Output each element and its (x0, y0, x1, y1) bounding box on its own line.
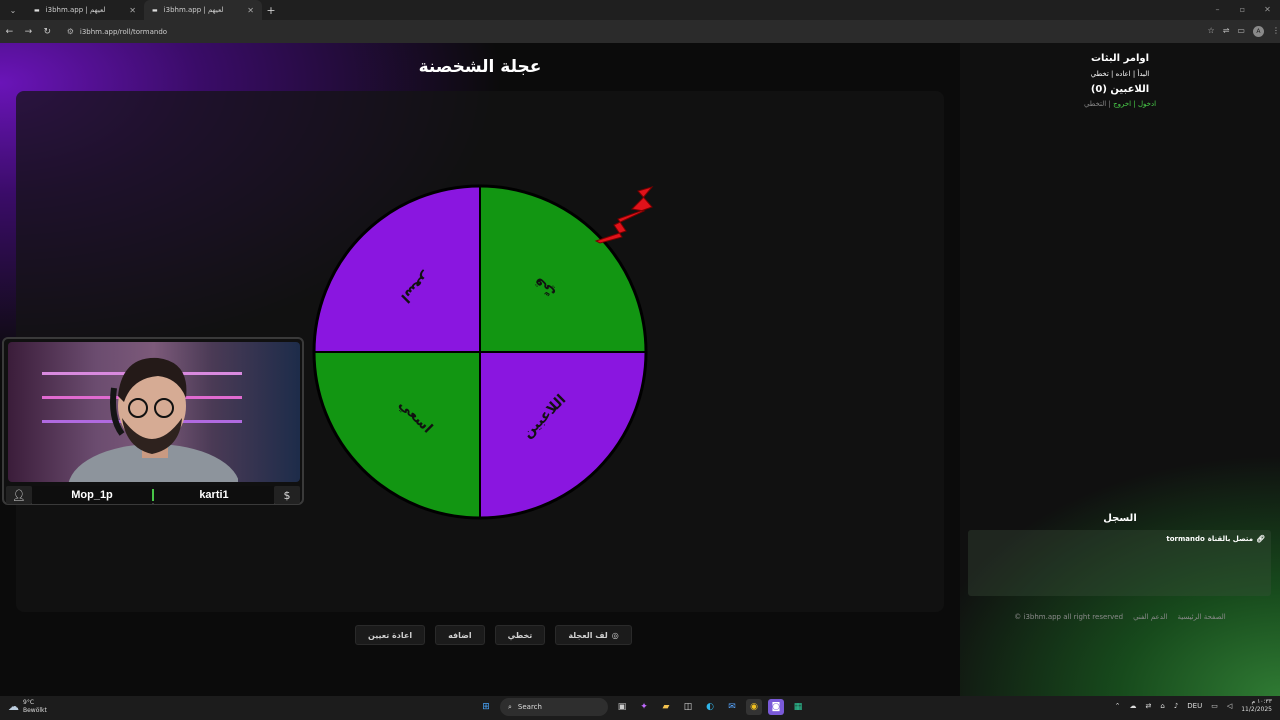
search-label: Search (517, 703, 542, 711)
close-tab-icon[interactable]: ✕ (247, 6, 254, 15)
skip-command[interactable]: التخطي (1084, 100, 1106, 108)
right-sidebar: اوامر البثات البدأ | اعاده | تخطي اللاعب… (960, 43, 1280, 696)
webcam-video (8, 342, 300, 482)
wheel-pointer (594, 186, 654, 244)
menu-icon[interactable]: ⋮ (1272, 26, 1280, 37)
site-info-icon[interactable]: ⚙ (67, 27, 74, 36)
display-icon[interactable]: ▭ (1211, 702, 1218, 710)
task-view-icon[interactable]: ▣ (614, 699, 630, 715)
browser-tab[interactable]: ▬ i3bhm.app | لعيهم ✕ (26, 0, 144, 20)
file-explorer-icon[interactable]: ▰ (658, 699, 674, 715)
join-command[interactable]: ادخول (1138, 100, 1156, 108)
copilot-icon[interactable]: ✦ (636, 699, 652, 715)
taskbar-search[interactable]: ⌕ Search (500, 698, 608, 716)
action-buttons: ◎ لف العجلة تخطي اضافه اعادة تعيين (355, 625, 632, 645)
chrome-icon[interactable]: ◉ (746, 699, 762, 715)
clock-date: 11/2/2025 (1241, 706, 1272, 713)
favicon-icon: ▬ (34, 6, 40, 14)
cloud-icon: ☁ (8, 700, 19, 713)
footer-support-link[interactable]: الدعم الفني (1133, 613, 1167, 621)
cloud-sync-icon[interactable]: ☁ (1129, 702, 1136, 710)
link-icon: 🔗︎ (1256, 535, 1265, 543)
commands-line: البدأ | اعاده | تخطي (1090, 70, 1150, 78)
log-entry-text: متصل بالقناة (1207, 535, 1254, 543)
webcam-left-name: Mop_1p (32, 486, 152, 504)
taskbar-apps: ⊞ ⌕ Search ▣ ✦ ▰ ◫ ◐ ✉ ◉ ◙ ▦ (478, 698, 806, 716)
sidebar-icon[interactable]: ▭ (1237, 26, 1245, 37)
profile-avatar[interactable]: A (1252, 26, 1264, 37)
reload-icon[interactable]: ↻ (38, 27, 57, 37)
add-button[interactable]: اضافه (435, 625, 485, 645)
weather-desc: Bewölkt (23, 707, 47, 714)
commands-title: اوامر البثات (1090, 53, 1150, 64)
footer-rights: i3bhm.app all right reserved © (1014, 613, 1124, 621)
volume-icon[interactable]: ◁ (1227, 702, 1232, 710)
new-tab-button[interactable]: + (262, 4, 280, 17)
reset-button[interactable]: اعادة تعيين (355, 625, 426, 645)
wheel[interactable]: قيّاللاعبيناسعياسعر (312, 184, 648, 520)
discord-icon[interactable]: ◙ (768, 699, 784, 715)
browser-tab-bar: ⌄ ▬ i3bhm.app | لعيهم ✕ ▬ i3bhm.app | لع… (0, 0, 1280, 20)
player-commands: ادخول | اخروج | التخطي (1083, 100, 1157, 108)
webcam-right-name: karti1 (154, 486, 274, 504)
system-tray: ⌃ ☁ ⇄ ⌂ ♪ DEU ▭ ◁ ١٠:٣٣ م 11/2/2025 (1115, 698, 1272, 714)
windows-taskbar: ☁ 9°C Bewölkt ⊞ ⌕ Search ▣ ✦ ▰ ◫ ◐ ✉ ◉ ◙… (0, 696, 1280, 720)
weather-widget[interactable]: ☁ 9°C Bewölkt (8, 699, 47, 715)
wheel-segment (479, 351, 648, 520)
tab-search-icon[interactable]: ⌄ (0, 6, 26, 15)
tab-title: i3bhm.app | لعيهم (45, 6, 106, 14)
mic-icon[interactable]: ♪ (1174, 702, 1178, 710)
log-entry: 🔗︎ متصل بالقناة tormando (1166, 535, 1265, 543)
back-icon[interactable]: ← (0, 27, 19, 37)
spin-label: لف العجلة (568, 630, 608, 640)
close-window-icon[interactable]: ✕ (1255, 0, 1280, 20)
footer-home-link[interactable]: الصفحة الرئيسية (1177, 613, 1225, 621)
wheel-segment (312, 184, 481, 353)
minimize-icon[interactable]: – (1205, 0, 1230, 20)
sync-icon[interactable]: ⇄ (1145, 702, 1151, 710)
dollar-icon: $ (274, 486, 300, 504)
mail-icon[interactable]: ✉ (724, 699, 740, 715)
browser-tab-active[interactable]: ▬ i3bhm.app | لعيهم ✕ (144, 0, 262, 20)
webcam-overlay: 👤︎ Mop_1p karti1 $ (2, 337, 304, 505)
search-icon: ⌕ (508, 702, 512, 711)
address-bar[interactable]: ⚙ i3bhm.app/roll/tormando (62, 23, 1198, 40)
chevron-up-icon[interactable]: ⌃ (1115, 702, 1121, 710)
streamer-figure (68, 357, 238, 482)
log-entry-channel: tormando (1166, 535, 1205, 543)
webcam-name-bar: 👤︎ Mop_1p karti1 $ (6, 485, 300, 505)
log-box: 🔗︎ متصل بالقناة tormando (968, 530, 1271, 596)
maximize-icon[interactable]: ▫ (1230, 0, 1255, 20)
leave-command[interactable]: اخروج (1113, 100, 1131, 108)
start-icon[interactable]: ⊞ (478, 699, 494, 715)
footer: الصفحة الرئيسية الدعم الفني i3bhm.app al… (960, 613, 1280, 621)
user-icon: 👤︎ (6, 486, 32, 504)
language-indicator[interactable]: DEU (1187, 702, 1202, 710)
close-tab-icon[interactable]: ✕ (129, 6, 136, 15)
forward-icon[interactable]: → (19, 27, 38, 37)
page-title: عجلة الشخصنة (418, 57, 542, 77)
url-text: i3bhm.app/roll/tormando (79, 27, 168, 36)
log-title: السجل (1103, 513, 1137, 524)
browser-toolbar: ← → ↻ ⚙ i3bhm.app/roll/tormando ☆ ⇌ ▭ A … (0, 20, 1280, 43)
window-controls: – ▫ ✕ (1205, 0, 1280, 20)
edge-icon[interactable]: ◐ (702, 699, 718, 715)
network-icon[interactable]: ⌂ (1160, 702, 1164, 710)
tab-title: i3bhm.app | لعيهم (163, 6, 224, 14)
favicon-icon: ▬ (152, 6, 158, 14)
wheel-segment (479, 184, 648, 353)
store-icon[interactable]: ◫ (680, 699, 696, 715)
clock[interactable]: ١٠:٣٣ م 11/2/2025 (1241, 698, 1272, 714)
spin-icon: ◎ (611, 630, 619, 640)
extensions-icon[interactable]: ⇌ (1223, 26, 1230, 37)
clock-time: ١٠:٣٣ م (1251, 698, 1272, 705)
app-icon[interactable]: ▦ (790, 699, 806, 715)
wheel-segment (312, 351, 481, 520)
weather-temp: 9°C (23, 699, 35, 706)
bookmark-star-icon[interactable]: ☆ (1208, 26, 1215, 37)
spin-wheel-button[interactable]: ◎ لف العجلة (555, 625, 632, 645)
players-title: اللاعبين (0) (1090, 84, 1150, 95)
skip-button[interactable]: تخطي (494, 625, 546, 645)
